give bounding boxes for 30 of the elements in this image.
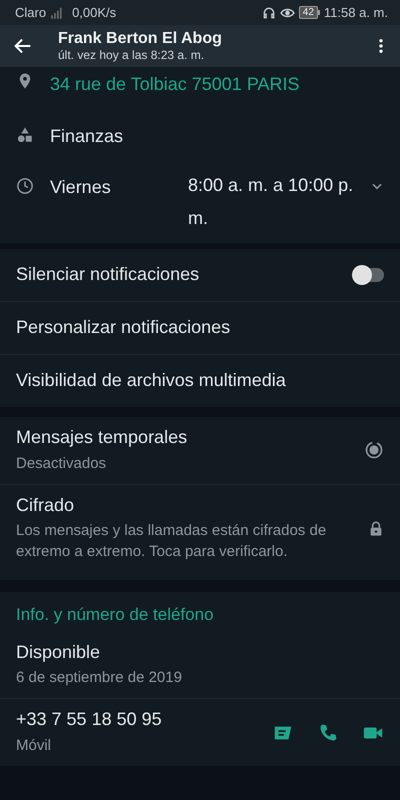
phone-icon[interactable] — [318, 722, 338, 743]
phone-number: +33 7 55 18 50 95 — [16, 709, 163, 732]
battery-icon: 42 — [298, 6, 320, 19]
lock-icon — [368, 520, 384, 538]
about-date: 6 de septiembre de 2019 — [16, 668, 183, 688]
address-link[interactable]: 34 rue de Tolbiac 75001 PARIS — [50, 71, 300, 96]
business-category: Finanzas — [50, 126, 124, 148]
network-speed: 0,00K/s — [72, 4, 116, 22]
clock-time: 11:58 a. m. — [324, 4, 388, 22]
signal-icon — [50, 6, 64, 20]
mute-toggle[interactable] — [354, 268, 384, 282]
last-seen: últ. vez hoy a las 8:23 a. m. — [58, 48, 206, 62]
shapes-icon — [16, 126, 34, 144]
privacy-subtitle: Desactivados — [16, 454, 108, 474]
business-day: Viernes — [50, 177, 188, 199]
privacy-title: Cifrado — [16, 494, 76, 516]
privacy-subtitle: Los mensajes y las llamadas están cifrados de extremo a extremo. Toca para verificarlo. — [16, 521, 328, 562]
setting-item[interactable]: Personalizar notificaciones — [16, 317, 384, 339]
privacy-title: Mensajes temporales — [16, 427, 188, 449]
about-status: Disponible — [16, 642, 102, 664]
setting-item[interactable]: Silenciar notificaciones — [16, 264, 354, 286]
headphones-icon — [262, 6, 276, 20]
section-heading: Info. y número de teléfono — [15, 604, 215, 626]
carrier-name: Claro — [15, 4, 46, 22]
business-hours: 8:00 a. m. a 10:00 p. m. — [188, 174, 354, 230]
phone-type: Móvil — [16, 736, 52, 756]
timer-icon — [364, 440, 384, 460]
setting-item[interactable]: Visibilidad de archivos multimedia — [16, 370, 384, 392]
clock-icon — [16, 177, 34, 196]
contact-name: Frank Berton El Abog — [58, 30, 223, 48]
